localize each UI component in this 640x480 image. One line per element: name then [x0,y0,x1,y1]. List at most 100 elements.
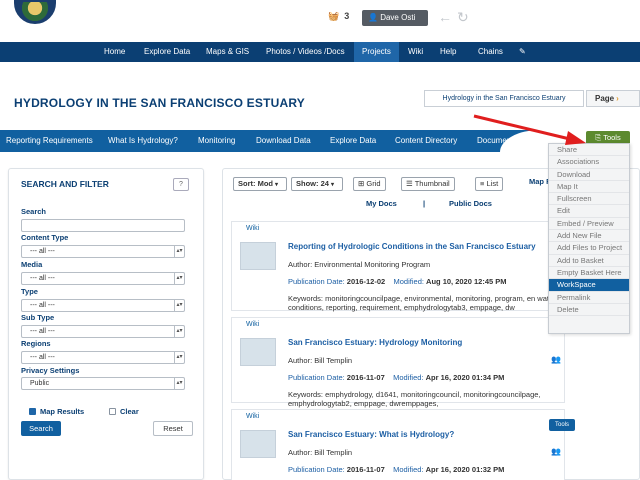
menu-item-delete[interactable]: Delete [549,304,629,317]
chevron-right-icon: › [616,94,619,103]
thumbnail-label: Thumbnail [414,179,450,188]
checkbox-checked-icon [29,408,36,415]
select-arrow-icon: ▴▾ [174,300,184,311]
result-thumbnail[interactable] [240,338,276,366]
sort-select[interactable]: Sort: Mod ▾ [233,177,287,191]
menu-item-add-to-basket[interactable]: Add to Basket [549,255,629,267]
pub-label: Publication Date: [288,277,345,286]
tab-monitoring[interactable]: Monitoring [198,130,235,152]
select-arrow-icon: ▴▾ [174,352,184,363]
regions-select[interactable]: --- all --- ▴▾ [21,351,185,364]
annotation-arrow-icon [473,114,586,145]
site-logo[interactable] [14,0,56,24]
edit-icon[interactable]: ✎ [519,42,526,62]
my-docs-link[interactable]: My Docs [366,199,397,208]
people-icon[interactable]: 👥 [551,447,561,456]
content-type-value: --- all --- [30,248,55,255]
result-title[interactable]: Reporting of Hydrologic Conditions in th… [288,242,536,251]
tab-reporting-requirements[interactable]: Reporting Requirements [6,130,93,152]
nav-item-help[interactable]: Help [440,42,456,62]
tab-explore-data[interactable]: Explore Data [330,130,376,152]
result-author: Author: Bill Templin [288,448,353,457]
menu-item-workspace[interactable]: WorkSpace [549,279,629,292]
clear-label: Clear [120,407,139,416]
page-button-label: Page [595,94,615,103]
menu-item-empty-basket-here[interactable]: Empty Basket Here [549,267,629,280]
docs-separator: | [423,199,426,208]
reset-button[interactable]: Reset [153,421,193,436]
menu-item-permalink[interactable]: Permalink [549,292,629,304]
pub-date: 2016-12-02 [346,277,386,286]
result-thumbnail[interactable] [240,430,276,458]
grid-view-button[interactable]: ⊞ Grid [353,177,386,191]
page-title: HYDROLOGY IN THE SAN FRANCISCO ESTUARY [14,96,305,110]
tools-icon: ⎘ [595,133,602,142]
regions-value: --- all --- [30,354,55,361]
nav-item-projects[interactable]: Projects [354,42,399,62]
search-input[interactable] [21,219,185,232]
basket-icon: 🧺 [328,11,340,21]
menu-item-fullscreen[interactable]: Fullscreen [549,193,629,206]
refresh-icon[interactable]: ↻ [457,9,469,26]
menu-item-add-new-file[interactable]: Add New File [549,230,629,243]
result-tools-button[interactable]: Tools [549,419,575,431]
thumbnail-view-button[interactable]: ☰ Thumbnail [401,177,455,191]
subtype-value: --- all --- [30,328,55,335]
breadcrumb[interactable]: Hydrology in the San Francisco Estuary [424,90,584,107]
cart[interactable]: 🧺 3 [328,11,349,22]
privacy-select[interactable]: Public ▴▾ [21,377,185,390]
tab-what-is-hydrology[interactable]: What Is Hydrology? [108,130,178,152]
pub-date: 2016-11-07 [346,373,385,382]
top-strip: 🧺 3 👤 Dave Osti ← ↻ [0,0,640,42]
nav-item-maps-gis[interactable]: Maps & GIS [206,42,249,62]
list-view-button[interactable]: ≡ List [475,177,504,191]
media-label: Media [21,260,43,269]
people-icon[interactable]: 👥 [551,355,561,364]
map-results-checkbox[interactable]: Map Results [29,407,84,416]
user-button[interactable]: 👤 Dave Osti [362,10,428,26]
search-label: Search [21,207,47,216]
result-dates: Publication Date: 2016-11-07 Modified: A… [288,373,504,382]
subtype-select[interactable]: --- all --- ▴▾ [21,325,185,338]
content-type-label: Content Type [21,233,69,242]
back-arrow-icon[interactable]: ← [438,9,452,25]
menu-item-associations[interactable]: Associations [549,156,629,169]
clear-checkbox[interactable]: Clear [109,407,139,416]
select-arrow-icon: ▾ [275,182,279,188]
result-dates: Publication Date: 2016-12-02 Modified: A… [288,277,507,286]
result-title[interactable]: San Francisco Estuary: What is Hydrology… [288,430,454,439]
mod-date: Aug 10, 2020 12:45 PM [426,277,507,286]
nav-item-explore-data[interactable]: Explore Data [144,42,190,62]
menu-item-download[interactable]: Download [549,169,629,181]
type-value: --- all --- [30,302,55,309]
result-card: Wiki Reporting of Hydrologic Conditions … [231,221,565,312]
menu-item-map-it[interactable]: Map It [549,181,629,194]
list-label: List [486,179,499,188]
show-select[interactable]: Show: 24 ▾ [291,177,343,191]
filter-heading: SEARCH AND FILTER [21,179,109,189]
sort-value: Sort: Mod [238,179,273,188]
tab-content-directory[interactable]: Content Directory [395,130,457,152]
search-button[interactable]: Search [21,421,61,436]
menu-item-add-files-to-project[interactable]: Add Files to Project [549,242,629,255]
map-results-label: Map Results [40,407,85,416]
content-type-select[interactable]: --- all --- ▴▾ [21,245,185,258]
nav-item-home[interactable]: Home [104,42,125,62]
menu-item-embed-preview[interactable]: Embed / Preview [549,218,629,231]
menu-item-edit[interactable]: Edit [549,205,629,218]
nav-item-wiki[interactable]: Wiki [408,42,423,62]
tab-download-data[interactable]: Download Data [256,130,311,152]
type-select[interactable]: --- all --- ▴▾ [21,299,185,312]
result-type: Wiki [246,321,260,328]
result-thumbnail[interactable] [240,242,276,270]
page-button[interactable]: Page › [586,90,640,107]
help-icon[interactable]: ? [173,178,189,191]
nav-item-chains[interactable]: Chains [478,42,503,62]
privacy-label: Privacy Settings [21,366,80,375]
tools-dropdown-menu: Share Associations Download Map It Fulls… [548,143,630,334]
media-select[interactable]: --- all --- ▴▾ [21,272,185,285]
result-type: Wiki [246,413,260,420]
public-docs-link[interactable]: Public Docs [449,199,492,208]
nav-item-photos-videos-docs[interactable]: Photos / Videos /Docs [266,42,345,62]
result-title[interactable]: San Francisco Estuary: Hydrology Monitor… [288,338,462,347]
